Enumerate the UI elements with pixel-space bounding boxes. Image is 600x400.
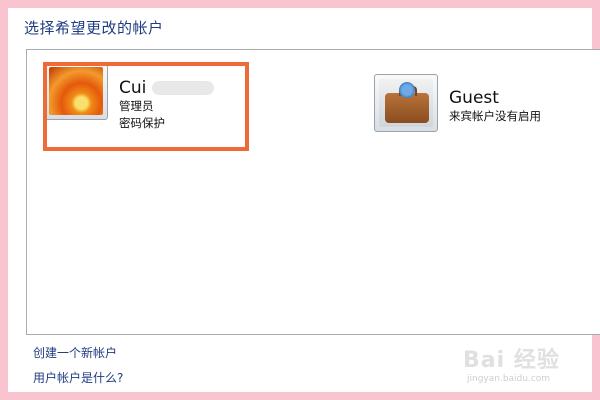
watermark: Bai 经验 jingyan.baidu.com — [463, 342, 560, 384]
account-status: 来宾帐户没有启用 — [449, 109, 541, 123]
watermark-site: jingyan.baidu.com — [467, 374, 551, 384]
suitcase-icon — [379, 79, 433, 127]
what-is-account-link[interactable]: 用户帐户是什么? — [33, 369, 123, 386]
avatar — [374, 74, 438, 132]
page-title: 选择希望更改的帐户 — [24, 19, 164, 37]
watermark-brand: Bai 经验 — [463, 348, 560, 373]
account-guest[interactable]: Guest 来宾帐户没有启用 — [374, 74, 541, 132]
account-name: Guest — [449, 88, 499, 108]
create-account-link[interactable]: 创建一个新帐户 — [33, 344, 117, 361]
selection-highlight — [43, 62, 249, 151]
